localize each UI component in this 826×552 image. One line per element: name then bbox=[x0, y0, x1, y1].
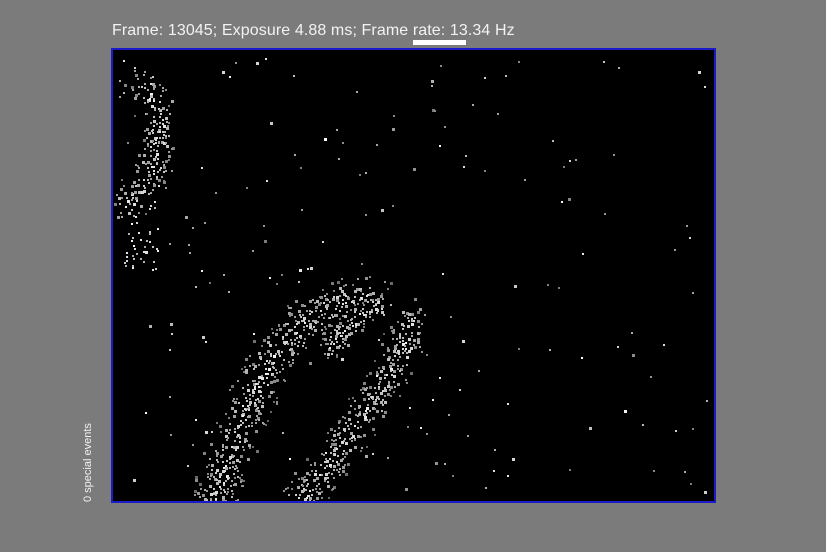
activity-indicator-bar bbox=[413, 40, 466, 45]
special-events-label: 0 special events bbox=[82, 423, 94, 502]
frame-status-text: Frame: 13045; Exposure 4.88 ms; Frame ra… bbox=[112, 22, 515, 39]
frame-image bbox=[114, 58, 708, 501]
event-camera-view[interactable] bbox=[111, 48, 716, 503]
